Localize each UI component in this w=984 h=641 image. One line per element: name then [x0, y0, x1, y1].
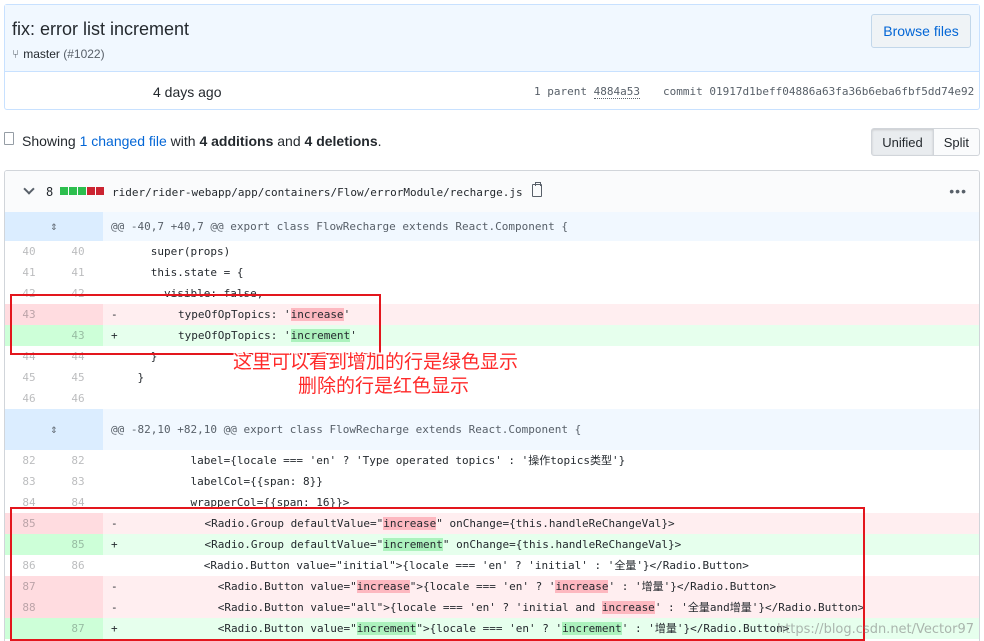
new-line-number[interactable]: 45 [53, 367, 103, 388]
new-line-number[interactable]: 40 [53, 241, 103, 262]
diff-stat-count: 8 [46, 185, 54, 199]
diff-toc-bar: Showing 1 changed file with 4 additions … [4, 128, 980, 156]
hunk-header-text: @@ -40,7 +40,7 @@ export class FlowRecha… [103, 212, 979, 241]
hunk-header-text: @@ -82,10 +82,10 @@ export class FlowRec… [103, 409, 979, 450]
diffstat-add-block [69, 187, 77, 195]
new-line-number[interactable]: 83 [53, 471, 103, 492]
commit-label: commit [663, 85, 703, 98]
branch-info: ⑂ master (#1022) [12, 47, 105, 61]
annotation-text-line1: 这里可以看到增加的行是绿色显示 [233, 351, 519, 373]
parent-sha-link[interactable]: 4884a53 [593, 85, 640, 99]
commit-title: fix: error list increment [12, 19, 190, 39]
new-line-number[interactable]: 41 [53, 262, 103, 283]
new-line-number[interactable]: 46 [53, 388, 103, 409]
hunk-header: ⇕ @@ -40,7 +40,7 @@ export class FlowRec… [5, 212, 979, 241]
table-row: 82 82 label={locale === 'en' ? 'Type ope… [5, 450, 979, 471]
commit-time: 4 days ago [153, 84, 222, 100]
file-diff-icon [4, 132, 14, 145]
diff-summary: Showing 1 changed file with 4 additions … [22, 133, 382, 149]
and-label: and [277, 133, 301, 149]
annotation-box-first [10, 294, 381, 355]
browse-files-button[interactable]: Browse files [871, 14, 971, 48]
clipboard-copy-icon[interactable] [532, 182, 542, 197]
git-branch-icon: ⑂ [12, 47, 20, 61]
file-header: 8 rider/rider-webapp/app/containers/Flow… [5, 171, 979, 213]
expand-icon[interactable]: ⇕ [5, 212, 103, 241]
period: . [377, 133, 382, 149]
commit-title-bar: fix: error list increment ⑂ master (#1022… [5, 5, 979, 72]
commit-header: fix: error list increment ⑂ master (#1022… [4, 4, 980, 110]
file-menu-icon[interactable]: ••• [949, 183, 967, 199]
old-line-number[interactable]: 46 [5, 388, 53, 409]
branch-name[interactable]: master [23, 47, 60, 61]
hunk-header: ⇕ @@ -82,10 +82,10 @@ export class FlowR… [5, 409, 979, 450]
code-line: this.state = { [111, 266, 244, 279]
commit-sha-value: 01917d1beff04886a63fa36b6eba6fbf5dd74e92 [709, 85, 975, 98]
parent-info: 1 parent 4884a53 [534, 85, 640, 99]
old-line-number[interactable]: 82 [5, 450, 53, 471]
pr-number[interactable]: (#1022) [63, 47, 104, 61]
split-button[interactable]: Split [933, 128, 980, 156]
changed-files-link[interactable]: 1 changed file [80, 133, 167, 149]
commit-sha: commit 01917d1beff04886a63fa36b6eba6fbf5… [663, 85, 974, 98]
diffstat-del-block [87, 187, 95, 195]
chevron-down-icon[interactable] [23, 183, 35, 195]
diff-view-toggle: Unified Split [871, 128, 980, 156]
old-line-number[interactable]: 45 [5, 367, 53, 388]
diffstat-del-block [96, 187, 104, 195]
code-line: label={locale === 'en' ? 'Type operated … [111, 454, 626, 467]
file-path[interactable]: rider/rider-webapp/app/containers/Flow/e… [112, 186, 523, 199]
diffstat-add-block [60, 187, 68, 195]
table-row: 46 46 [5, 388, 979, 409]
with-label: with [170, 133, 196, 149]
table-row: 41 41 this.state = { [5, 262, 979, 283]
deletions-count: 4 deletions [304, 133, 378, 149]
parent-label: 1 parent [534, 85, 587, 98]
old-line-number[interactable]: 40 [5, 241, 53, 262]
annotation-text-line2: 删除的行是红色显示 [298, 375, 470, 397]
old-line-number[interactable]: 83 [5, 471, 53, 492]
table-row: 83 83 labelCol={{span: 8}} [5, 471, 979, 492]
watermark: https://blog.csdn.net/Vector97 [776, 622, 974, 637]
code-line: super(props) [111, 245, 231, 258]
unified-button[interactable]: Unified [871, 128, 934, 156]
diffstat-bar [60, 187, 104, 195]
expand-icon[interactable]: ⇕ [5, 409, 103, 450]
diffstat-add-block [78, 187, 86, 195]
old-line-number[interactable]: 41 [5, 262, 53, 283]
annotation-box-second [10, 507, 865, 641]
commit-meta: 4 days ago 1 parent 4884a53 commit 01917… [5, 71, 979, 111]
showing-label: Showing [22, 133, 76, 149]
table-row: 40 40 super(props) [5, 241, 979, 262]
new-line-number[interactable]: 82 [53, 450, 103, 471]
code-line: labelCol={{span: 8}} [111, 475, 323, 488]
additions-count: 4 additions [199, 133, 274, 149]
